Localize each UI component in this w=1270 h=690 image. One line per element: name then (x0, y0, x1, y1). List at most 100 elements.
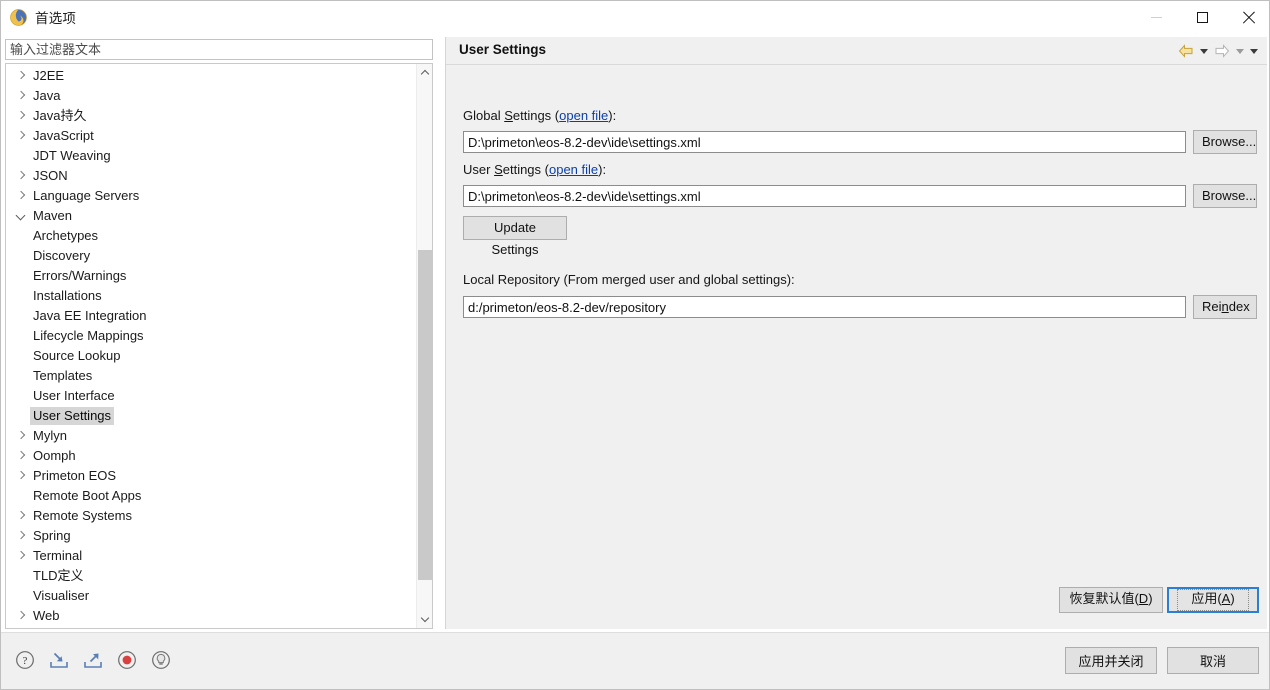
tree-item-errors-warnings[interactable]: Errors/Warnings (6, 266, 418, 286)
chevron-down-icon (1200, 48, 1208, 54)
tree-item-maven[interactable]: Maven (6, 206, 418, 226)
window-title: 首选项 (35, 11, 77, 26)
chevron-right-icon[interactable] (14, 106, 30, 126)
forward-history-dropdown[interactable] (1233, 41, 1247, 61)
chevron-right-icon[interactable] (14, 466, 30, 486)
chevron-right-icon[interactable] (14, 606, 30, 626)
back-history-dropdown[interactable] (1197, 41, 1211, 61)
user-settings-open-file-link[interactable]: open file (549, 162, 598, 177)
tree-item-java-ee-integration[interactable]: Java EE Integration (6, 306, 418, 326)
apply-and-close-button[interactable]: 应用并关闭 (1065, 647, 1157, 674)
preferences-tree-panel: J2EE Java Java持久 JavaScript JDT Weaving JSON L… (5, 63, 433, 629)
forward-button[interactable] (1211, 41, 1233, 61)
maximize-button[interactable] (1179, 1, 1225, 33)
tree-item-jdt-weaving[interactable]: JDT Weaving (6, 146, 418, 166)
tree-item-web[interactable]: Web (6, 606, 418, 626)
chevron-down-icon[interactable] (14, 206, 30, 226)
lightbulb-icon[interactable] (150, 649, 172, 671)
global-settings-open-file-link[interactable]: open file (559, 108, 608, 123)
import-icon[interactable] (48, 649, 70, 671)
tree-item-lifecycle-mappings[interactable]: Lifecycle Mappings (6, 326, 418, 346)
view-menu-button[interactable] (1247, 41, 1261, 61)
minimize-button[interactable] (1133, 1, 1179, 33)
tree-item-label: Primeton EOS (33, 468, 117, 483)
user-settings-input[interactable] (463, 185, 1186, 207)
title-bar: 首选项 (1, 1, 1269, 33)
tree-item-language-servers[interactable]: Language Servers (6, 186, 418, 206)
export-icon[interactable] (82, 649, 104, 671)
dialog-footer: ? 应用并关闭 取消 (1, 632, 1269, 689)
chevron-right-icon[interactable] (14, 546, 30, 566)
tree-item-json[interactable]: JSON (6, 166, 418, 186)
scroll-up-button[interactable] (417, 64, 432, 81)
tree-item-installations[interactable]: Installations (6, 286, 418, 306)
scrollbar-thumb[interactable] (418, 250, 432, 580)
tree-item-java[interactable]: Java持久 (6, 106, 418, 126)
tree-item-label: Web (33, 608, 60, 623)
chevron-right-icon[interactable] (14, 526, 30, 546)
tree-item-terminal[interactable]: Terminal (6, 546, 418, 566)
tree-item-visualiser[interactable]: Visualiser (6, 586, 418, 606)
tree-item-label: Remote Boot Apps (33, 488, 142, 503)
reindex-label-prefix: Rei (1202, 299, 1222, 314)
chevron-right-icon[interactable] (14, 126, 30, 146)
chevron-right-icon[interactable] (14, 186, 30, 206)
tree-item-label: Remote Systems (33, 508, 132, 523)
tree-item-spring[interactable]: Spring (6, 526, 418, 546)
help-icon[interactable]: ? (14, 649, 36, 671)
chevron-right-icon[interactable] (14, 446, 30, 466)
cancel-button[interactable]: 取消 (1167, 647, 1259, 674)
apply-label: 应用( (1191, 591, 1222, 606)
tree-item-java[interactable]: Java (6, 86, 418, 106)
restore-defaults-suffix: ) (1148, 591, 1153, 606)
local-repository-input[interactable] (463, 296, 1186, 318)
tree-item-archetypes[interactable]: Archetypes (6, 226, 418, 246)
tree-item-user-interface[interactable]: User Interface (6, 386, 418, 406)
user-settings-label-suffix: ): (598, 162, 607, 177)
tree-item-mylyn[interactable]: Mylyn (6, 426, 418, 446)
tree-vertical-scrollbar[interactable] (416, 64, 432, 628)
tree-item-source-lookup[interactable]: Source Lookup (6, 346, 418, 366)
record-icon[interactable] (116, 649, 138, 671)
restore-defaults-button[interactable]: 恢复默认值(D) (1059, 587, 1163, 613)
tree-item-j2ee[interactable]: J2EE (6, 66, 418, 86)
tree-item-primeton-eos[interactable]: Primeton EOS (6, 466, 418, 486)
back-button[interactable] (1175, 41, 1197, 61)
global-settings-input[interactable] (463, 131, 1186, 153)
scroll-down-button[interactable] (417, 611, 432, 628)
chevron-right-icon[interactable] (14, 426, 30, 446)
update-settings-button[interactable]: Update Settings (463, 216, 567, 257)
chevron-right-icon[interactable] (14, 86, 30, 106)
tree-item-label: Discovery (33, 248, 91, 263)
tree-item-templates[interactable]: Templates (6, 366, 418, 386)
tree-item-tld[interactable]: TLD定义 (6, 566, 418, 586)
chevron-right-icon[interactable] (14, 166, 30, 186)
chevron-right-icon[interactable] (14, 66, 30, 86)
tree-item-discovery[interactable]: Discovery (6, 246, 418, 266)
tree-item-label: TLD定义 (33, 568, 84, 583)
tree-item-user-settings[interactable]: User Settings (6, 406, 418, 426)
tree-item-remote-boot-apps[interactable]: Remote Boot Apps (6, 486, 418, 506)
global-settings-label: Global Settings (open file): (463, 108, 616, 123)
svg-text:?: ? (23, 655, 28, 667)
tree-item-label: Spring (33, 528, 71, 543)
global-settings-browse-button[interactable]: Browse... (1193, 130, 1257, 154)
tree-item-label: Lifecycle Mappings (33, 328, 144, 343)
tree-item-label: Templates (33, 368, 93, 383)
preferences-tree[interactable]: J2EE Java Java持久 JavaScript JDT Weaving JSON L… (6, 64, 418, 628)
chevron-right-icon[interactable] (14, 506, 30, 526)
user-settings-label-rest: ettings ( (502, 162, 549, 177)
tree-item-label: Maven (33, 208, 73, 223)
settings-form: Global Settings (open file): Browse... U… (446, 65, 1267, 629)
footer-icon-group: ? (14, 649, 172, 671)
tree-item-label: Mylyn (33, 428, 67, 443)
apply-button[interactable]: 应用(A) (1167, 587, 1259, 613)
tree-item-remote-systems[interactable]: Remote Systems (6, 506, 418, 526)
reindex-button[interactable]: Reindex (1193, 295, 1257, 319)
filter-input[interactable] (5, 39, 433, 60)
close-button[interactable] (1225, 1, 1269, 33)
tree-item-javascript[interactable]: JavaScript (6, 126, 418, 146)
tree-item-label: Terminal (33, 548, 83, 563)
user-settings-browse-button[interactable]: Browse... (1193, 184, 1257, 208)
tree-item-oomph[interactable]: Oomph (6, 446, 418, 466)
